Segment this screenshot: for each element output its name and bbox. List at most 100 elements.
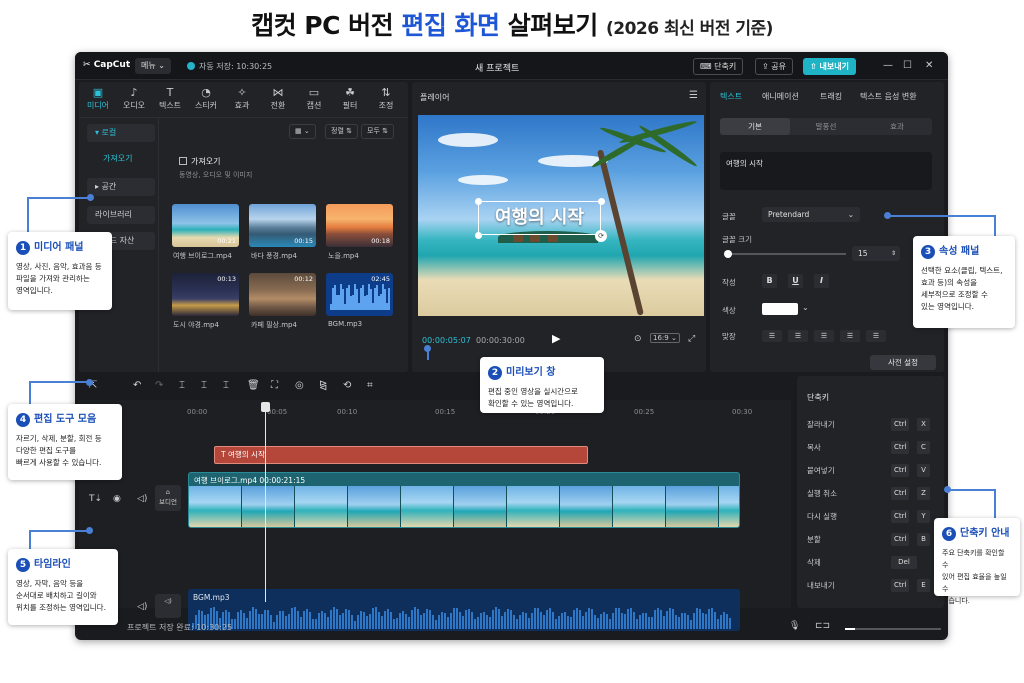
shortcut-name: 실행 취소 [807,489,837,498]
mirror-icon[interactable]: ⧎ [319,380,327,391]
connector-line [29,381,89,383]
video-frame [454,486,507,527]
bold-button[interactable]: B [762,274,777,288]
segment-bubble[interactable]: 말풍선 [791,118,861,135]
autosave-icon [187,62,195,70]
rotate-handle-icon[interactable]: ⟳ [595,230,607,242]
segment-basic[interactable]: 기본 [720,118,790,135]
callout-preview: 2 미리보기 창 편집 중인 영상을 실시간으로 확인할 수 있는 영역입니다. [480,357,604,413]
sidebar-item-space[interactable]: ▸ 공간 [87,178,155,196]
callout-title-text: 타임라인 [34,559,71,570]
rotate-icon[interactable]: ⟲ [343,380,351,391]
align-justify-icon[interactable]: ☰ [840,330,860,342]
filter-button[interactable]: 모두 ⇅ [361,124,394,139]
redo-icon[interactable]: ↷ [155,380,163,391]
tab-text[interactable]: T 텍스트 [153,86,187,111]
microphone-icon[interactable]: 🎙 [789,621,800,631]
volume-icon[interactable]: ◁) [137,602,147,612]
tab-animation[interactable]: 애니메이션 [762,91,799,102]
capcut-window: ✂ CapCut 메뉴 ⌄ 자동 저장: 10:30:25 새 프로젝트 ⌨ 단… [75,52,948,640]
tab-captions[interactable]: ▭ 캡션 [297,86,331,111]
aspect-ratio-select[interactable]: 16:9 ⌄ [650,333,680,343]
menu-button[interactable]: 메뉴 ⌄ [135,58,171,74]
fit-icon[interactable]: ⊙ [634,334,642,344]
shortcut-label: 단축키 [714,62,737,71]
share-button[interactable]: ⇪ 공유 [755,58,793,75]
tab-sticker[interactable]: ◔ 스티커 [189,86,223,111]
sort-button[interactable]: 정렬 ⇅ [325,124,358,139]
align-center-icon[interactable]: ☰ [788,330,808,342]
text-overlay[interactable]: 여행의 시작 [478,201,601,235]
text-input[interactable]: 여행의 시작 [720,152,932,190]
tab-media[interactable]: ▣ 미디어 [81,86,115,111]
zoom-slider[interactable] [845,628,941,630]
segment-effect[interactable]: 효과 [862,118,932,135]
align-right-icon[interactable]: ☰ [814,330,834,342]
crop-icon[interactable]: ⛶ [271,380,278,391]
tab-tts[interactable]: 텍스트 음성 변환 [860,91,917,102]
view-toggle[interactable]: ▦ ⌄ [289,124,316,139]
desc-line: 있어 편집 효율을 높일 수 [942,573,1007,593]
delete-icon[interactable]: 🗑 [247,380,260,391]
cover-icon: ⌂ [165,488,171,496]
tab-text-properties[interactable]: 텍스트 [720,91,742,102]
import-area[interactable]: 가져오기 동영상, 오디오 및 이미지 [167,148,393,184]
media-item-thumbnail[interactable]: 00:18 [326,204,393,247]
sidebar-item-local[interactable]: ▾ 로컬 [87,124,155,142]
tab-tracking[interactable]: 트래킹 [820,91,842,102]
frame-icon[interactable]: ⌗ [367,380,373,391]
link-icon[interactable]: ⊏⊐ [815,621,830,631]
shortcut-name: 붙여넣기 [807,466,835,475]
undo-icon[interactable]: ↶ [133,380,141,391]
resize-handle[interactable] [475,232,482,239]
audio-track-button[interactable]: ◁) [155,594,181,618]
media-item-thumbnail[interactable]: 02:45 [326,273,393,316]
text-clip[interactable]: T 여행의 시작 [214,446,588,464]
media-item-thumbnail[interactable]: 00:15 [249,204,316,247]
media-item-thumbnail[interactable]: 00:13 [172,273,239,316]
media-item-thumbnail[interactable]: 00:21 [172,204,239,247]
font-size-slider[interactable] [726,253,846,255]
underline-button[interactable]: U [788,274,803,288]
resize-handle[interactable] [598,198,605,205]
align-full-icon[interactable]: ☰ [866,330,886,342]
resize-handle[interactable] [475,198,482,205]
media-item-thumbnail[interactable]: 00:12 [249,273,316,316]
color-swatch[interactable] [762,303,798,315]
sidebar-item-import[interactable]: 가져오기 [95,150,163,168]
speed-icon[interactable]: ◎ [295,380,304,391]
minimize-icon[interactable]: — [883,60,893,71]
align-left-icon[interactable]: ☰ [762,330,782,342]
tab-adjust[interactable]: ⇅ 조정 [369,86,403,111]
close-icon[interactable]: ✕ [925,60,933,71]
video-preview[interactable]: 여행의 시작 ⟳ [418,115,704,316]
shortcut-button[interactable]: ⌨ 단축키 [693,58,744,75]
export-button[interactable]: ⇧ 내보내기 [803,58,856,75]
sidebar-item-library[interactable]: 라이브러리 [87,206,155,224]
eye-icon[interactable]: ◉ [113,494,121,504]
volume-icon[interactable]: ◁) [137,494,147,504]
split-right-icon[interactable]: ⌶ [223,380,229,391]
hamburger-menu-icon[interactable]: ☰ [689,90,698,101]
font-size-stepper[interactable]: 15 ⇕ [852,246,900,261]
chevron-down-icon[interactable]: ⌄ [802,303,809,312]
tab-audio[interactable]: ♪ 오디오 [117,86,151,111]
preset-button[interactable]: 사전 설정 [870,355,936,370]
slider-knob[interactable] [724,250,732,258]
tab-transitions[interactable]: ⋈ 전환 [261,86,295,111]
split-icon[interactable]: ⌶ [179,380,185,391]
player-panel: 플레이어 ☰ 여행의 시작 ⟳ 00:00:05:07 00:00:30:00 … [412,82,706,372]
tab-effects[interactable]: ✧ 효과 [225,86,259,111]
maximize-icon[interactable]: ☐ [903,60,912,71]
playhead[interactable] [265,402,266,602]
fullscreen-icon[interactable]: ⤢ [688,334,695,344]
play-icon[interactable]: ▶ [552,332,560,345]
font-select[interactable]: Pretendard ⌄ [762,207,860,222]
split-left-icon[interactable]: ⌶ [201,380,207,391]
italic-button[interactable]: I [814,274,829,288]
cover-button[interactable]: ⌂ 보디언 [155,485,181,511]
playhead-handle[interactable] [261,402,270,412]
video-clip[interactable]: 여행 브이로그.mp4 00:00:21:15 [188,472,740,528]
callout-title: 5 타임라인 [16,555,110,572]
tab-filters[interactable]: ☘ 필터 [333,86,367,111]
